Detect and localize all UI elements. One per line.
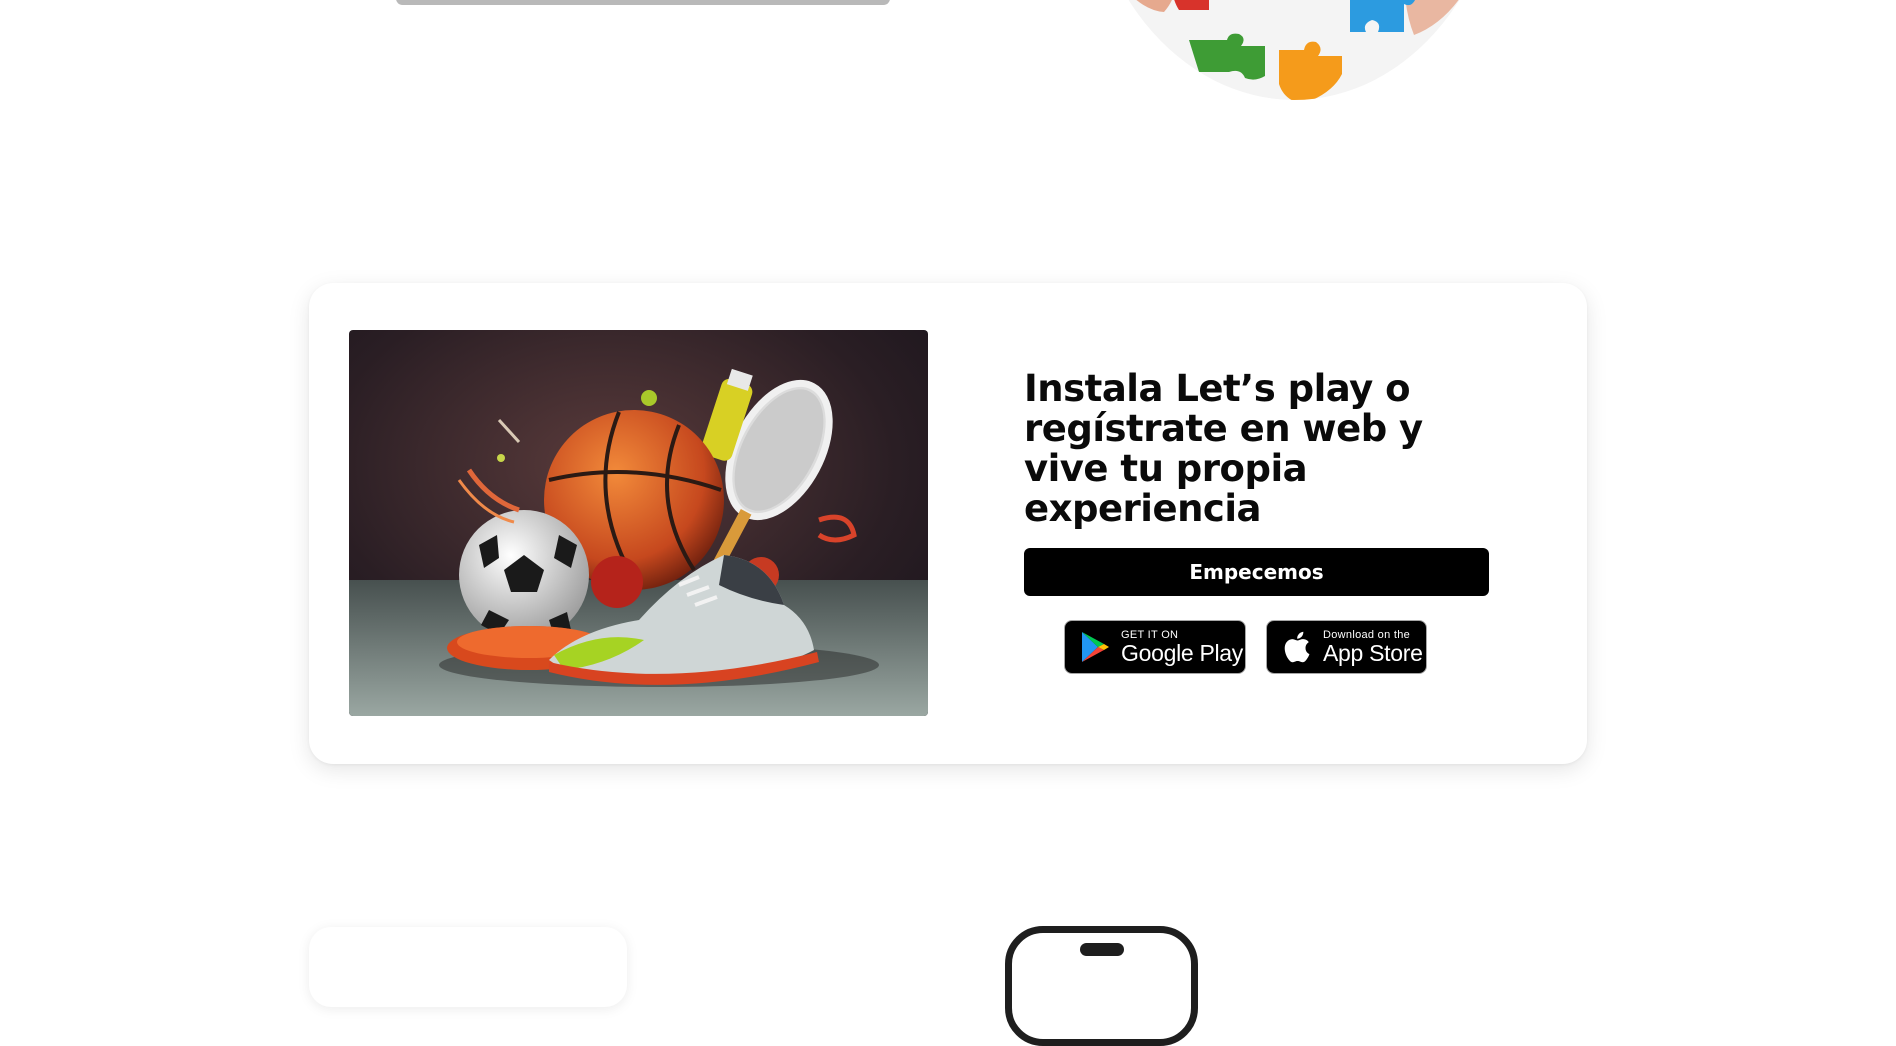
install-headline: Instala Let’s play o regístrate en web y… <box>1024 367 1423 530</box>
phone-notch <box>1080 943 1124 956</box>
start-button[interactable]: Empecemos <box>1024 548 1489 596</box>
google-play-button[interactable]: GET IT ON Google Play <box>1064 620 1246 674</box>
google-play-icon <box>1075 631 1115 663</box>
install-card: Instala Let’s play o regístrate en web y… <box>309 283 1587 764</box>
app-store-big-text: App Store <box>1323 639 1423 666</box>
apple-icon <box>1277 631 1317 663</box>
puzzle-hands-image <box>1084 0 1504 100</box>
google-play-small-text: GET IT ON <box>1121 628 1179 641</box>
phone-mockup <box>1005 926 1198 1046</box>
sports-equipment-image <box>349 330 928 716</box>
next-section-card <box>309 927 627 1007</box>
app-store-small-text: Download on the <box>1323 628 1411 641</box>
google-play-big-text: Google Play <box>1121 639 1243 666</box>
app-store-button[interactable]: Download on the App Store <box>1266 620 1427 674</box>
progress-bar-remnant <box>396 0 890 5</box>
